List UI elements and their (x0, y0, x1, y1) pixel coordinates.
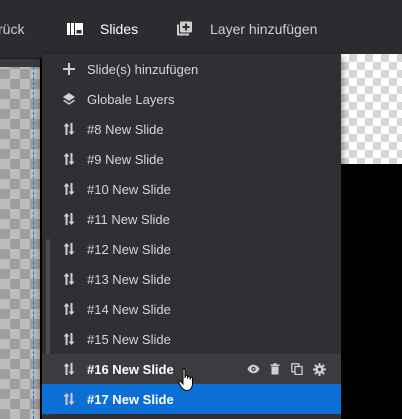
slide-actions (246, 362, 326, 376)
reorder-icon[interactable] (61, 361, 77, 377)
reorder-icon[interactable] (61, 391, 77, 407)
reorder-icon[interactable] (61, 271, 77, 287)
canvas-transparent-area (0, 59, 40, 419)
slide-list-item[interactable]: #8 New Slide (42, 114, 341, 144)
mouse-cursor-icon (178, 368, 196, 392)
menu-item-label: #9 New Slide (87, 152, 164, 167)
menu-item-label: #16 New Slide (87, 362, 174, 377)
slides-dropdown-menu: Slide(s) hinzufügen Globale Layers #8 New … (42, 54, 341, 419)
add-layer-icon (176, 21, 194, 37)
reorder-icon[interactable] (61, 181, 77, 197)
duplicate-icon[interactable] (290, 362, 304, 376)
top-toolbar: rück Slides Layer hinzufügen (0, 0, 402, 59)
back-label: rück (0, 21, 25, 37)
reorder-icon[interactable] (61, 301, 77, 317)
plus-icon (61, 61, 77, 77)
menu-item-label: Globale Layers (87, 92, 175, 107)
slides-icon (66, 21, 84, 37)
slide-list-item[interactable]: #12 New Slide (42, 234, 341, 264)
slide-list-item[interactable]: #10 New Slide (42, 174, 341, 204)
guide-line (33, 67, 34, 419)
slides-button[interactable]: Slides (66, 0, 138, 58)
menu-item-label: #13 New Slide (87, 272, 171, 287)
add-layer-button[interactable]: Layer hinzufügen (176, 0, 317, 58)
add-slides-item[interactable]: Slide(s) hinzufügen (42, 54, 341, 84)
reorder-icon[interactable] (61, 241, 77, 257)
menu-item-label: #15 New Slide (87, 332, 171, 347)
menu-item-label: #10 New Slide (87, 182, 171, 197)
eye-icon[interactable] (246, 362, 260, 376)
slide-list-item[interactable]: #14 New Slide (42, 294, 341, 324)
canvas-transparent-area-right (341, 54, 402, 164)
slides-label: Slides (100, 21, 139, 37)
reorder-icon[interactable] (61, 121, 77, 137)
global-layers-item[interactable]: Globale Layers (42, 84, 341, 114)
ruler (0, 59, 40, 67)
layers-icon (61, 91, 77, 107)
slide-list-item[interactable]: #9 New Slide (42, 144, 341, 174)
menu-item-label: #12 New Slide (87, 242, 171, 257)
slide-list-item[interactable]: #11 New Slide (42, 204, 341, 234)
gear-icon[interactable] (312, 362, 326, 376)
menu-item-label: Slide(s) hinzufügen (87, 62, 199, 77)
menu-item-label: #8 New Slide (87, 122, 164, 137)
trash-icon[interactable] (268, 362, 282, 376)
add-layer-label: Layer hinzufügen (210, 21, 318, 37)
reorder-icon[interactable] (61, 151, 77, 167)
back-button[interactable]: rück (0, 0, 24, 58)
reorder-icon[interactable] (61, 211, 77, 227)
reorder-icon[interactable] (61, 331, 77, 347)
slide-list-item[interactable]: #15 New Slide (42, 324, 341, 354)
menu-item-label: #17 New Slide (87, 392, 174, 407)
menu-item-label: #14 New Slide (87, 302, 171, 317)
slide-list-item[interactable]: #13 New Slide (42, 264, 341, 294)
menu-item-label: #11 New Slide (87, 212, 170, 227)
